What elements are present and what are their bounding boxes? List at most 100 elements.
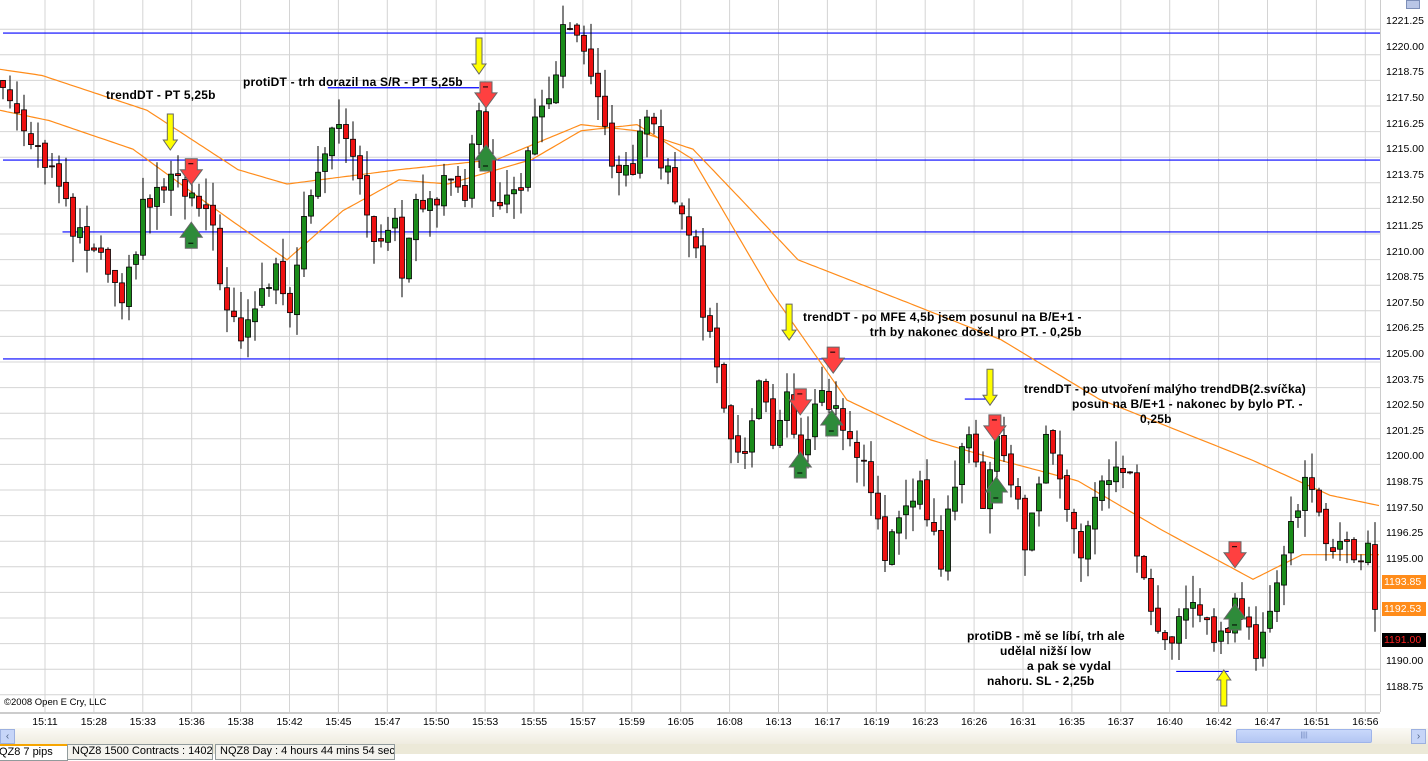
annotation-4: trendDT - po utvoření malýho trendDB(2.s… bbox=[1024, 382, 1306, 427]
candle-up bbox=[1176, 616, 1182, 644]
price-tick-label: 1213.75 bbox=[1386, 168, 1424, 181]
candle-down bbox=[1330, 547, 1336, 552]
moving-average-line bbox=[0, 109, 1379, 580]
candle-up bbox=[756, 380, 762, 419]
candle-up bbox=[1183, 608, 1189, 621]
candle-down bbox=[1162, 632, 1168, 641]
candle-up bbox=[133, 254, 139, 265]
candle-up bbox=[777, 419, 783, 446]
time-tick-label: 16:40 bbox=[1156, 716, 1183, 728]
time-tick-label: 15:45 bbox=[325, 716, 352, 728]
candle-down bbox=[0, 80, 6, 88]
candle-up bbox=[553, 74, 559, 104]
time-tick-label: 15:33 bbox=[129, 716, 156, 728]
horizontal-scrollbar[interactable]: ‹ |||| › bbox=[0, 728, 1428, 744]
candle-up bbox=[1043, 433, 1049, 484]
candle-up bbox=[273, 263, 279, 291]
time-tick-label: 16:56 bbox=[1352, 716, 1379, 728]
candle-up bbox=[784, 391, 790, 421]
candle-down bbox=[609, 122, 615, 167]
candle-up bbox=[959, 446, 965, 486]
candle-down bbox=[1323, 508, 1329, 545]
price-tick-label: 1221.25 bbox=[1386, 15, 1424, 28]
price-tick-label: 1207.50 bbox=[1386, 296, 1424, 309]
candle-down bbox=[84, 226, 90, 251]
candle-up bbox=[910, 500, 916, 508]
annotation-line: protiDB - mě se líbí, trh ale bbox=[967, 629, 1125, 643]
candle-down bbox=[28, 133, 34, 146]
time-tick-label: 16:42 bbox=[1205, 716, 1232, 728]
candle-up bbox=[1274, 582, 1280, 612]
candle-down bbox=[651, 116, 657, 125]
candle-down bbox=[980, 461, 986, 509]
price-tick-label: 1217.50 bbox=[1386, 92, 1424, 104]
candle-down bbox=[1134, 472, 1140, 557]
price-chart[interactable] bbox=[0, 0, 1380, 712]
candle-down bbox=[1127, 471, 1133, 474]
candle-down bbox=[1309, 477, 1315, 490]
tab-1500-contracts[interactable]: NQZ8 1500 Contracts : 1402 bbox=[67, 744, 213, 760]
candle-up bbox=[546, 98, 552, 105]
tab-day[interactable]: NQZ8 Day : 4 hours 44 mins 54 sec bbox=[215, 744, 395, 760]
candle-up bbox=[1106, 480, 1112, 485]
time-tick-label: 16:08 bbox=[716, 716, 743, 728]
annotation-line: posun na B/E+1 - nakonec by bylo PT. - bbox=[1072, 397, 1303, 411]
candle-down bbox=[231, 310, 237, 318]
candle-down bbox=[147, 198, 153, 208]
trade-markers bbox=[162, 37, 1247, 707]
annotation-line: nahoru. SL - 2,25b bbox=[987, 674, 1095, 688]
candle-down bbox=[1344, 539, 1350, 542]
annotation-line: trh by nakonec došel pro PT. - 0,25b bbox=[869, 325, 1082, 339]
candle-down bbox=[49, 165, 55, 168]
candle-up bbox=[917, 480, 923, 505]
candle-down bbox=[574, 24, 580, 36]
ma-price-tag: 1193.85 bbox=[1382, 575, 1426, 589]
time-tick-label: 15:47 bbox=[374, 716, 401, 728]
candle-down bbox=[854, 441, 860, 458]
annotation-5: protiDB - mě se líbí, trh ale udělal nižš… bbox=[967, 629, 1125, 689]
moving-average-line bbox=[0, 68, 1380, 507]
candle-down bbox=[14, 103, 20, 114]
candle-down bbox=[63, 181, 69, 200]
candle-down bbox=[1050, 430, 1056, 454]
candle-up bbox=[406, 237, 412, 280]
scroll-thumb[interactable]: |||| bbox=[1236, 729, 1372, 743]
price-tick-label: 1216.25 bbox=[1386, 117, 1424, 130]
candle-up bbox=[1092, 496, 1098, 530]
candle-down bbox=[700, 245, 706, 318]
scroll-right-button[interactable]: › bbox=[1411, 729, 1426, 744]
sell-arrow-icon bbox=[474, 81, 498, 109]
horizontal-levels bbox=[3, 32, 1380, 673]
candle-down bbox=[462, 185, 468, 201]
candle-down bbox=[70, 196, 76, 237]
candle-down bbox=[287, 292, 293, 314]
candle-up bbox=[805, 439, 811, 456]
candle-down bbox=[1141, 555, 1147, 579]
signal-down-arrow-icon bbox=[471, 37, 487, 75]
price-tick-label: 1203.75 bbox=[1386, 373, 1424, 386]
tab-7-pips[interactable]: NQZ8 7 pips bbox=[0, 744, 68, 761]
candle-up bbox=[903, 505, 909, 516]
candle-down bbox=[686, 216, 692, 236]
candle-up bbox=[1295, 510, 1301, 518]
scroll-left-button[interactable]: ‹ bbox=[0, 729, 15, 744]
zoom-icon[interactable] bbox=[1406, 0, 1420, 9]
ma-price-tag: 1192.53 bbox=[1382, 602, 1426, 616]
price-tick-label: 1190.00 bbox=[1386, 655, 1424, 668]
price-tick-label: 1212.50 bbox=[1386, 194, 1424, 207]
candle-down bbox=[280, 260, 286, 295]
candle-up bbox=[1365, 542, 1371, 564]
candle-down bbox=[931, 522, 937, 532]
annotation-2: protiDT - trh dorazil na S/R - PT 5,25b bbox=[243, 75, 463, 90]
candle-down bbox=[567, 28, 573, 30]
candle-down bbox=[35, 145, 41, 147]
price-tick-label: 1195.00 bbox=[1386, 552, 1424, 565]
candle-up bbox=[1085, 525, 1091, 560]
annotation-line: trendDT - PT 5,25b bbox=[106, 88, 216, 102]
candle-down bbox=[1057, 454, 1063, 480]
candle-down bbox=[196, 195, 202, 209]
price-tick-label: 1205.00 bbox=[1386, 348, 1424, 360]
candles bbox=[0, 5, 1378, 671]
price-tick-label: 1208.75 bbox=[1386, 271, 1424, 284]
time-tick-label: 16:35 bbox=[1058, 716, 1086, 728]
